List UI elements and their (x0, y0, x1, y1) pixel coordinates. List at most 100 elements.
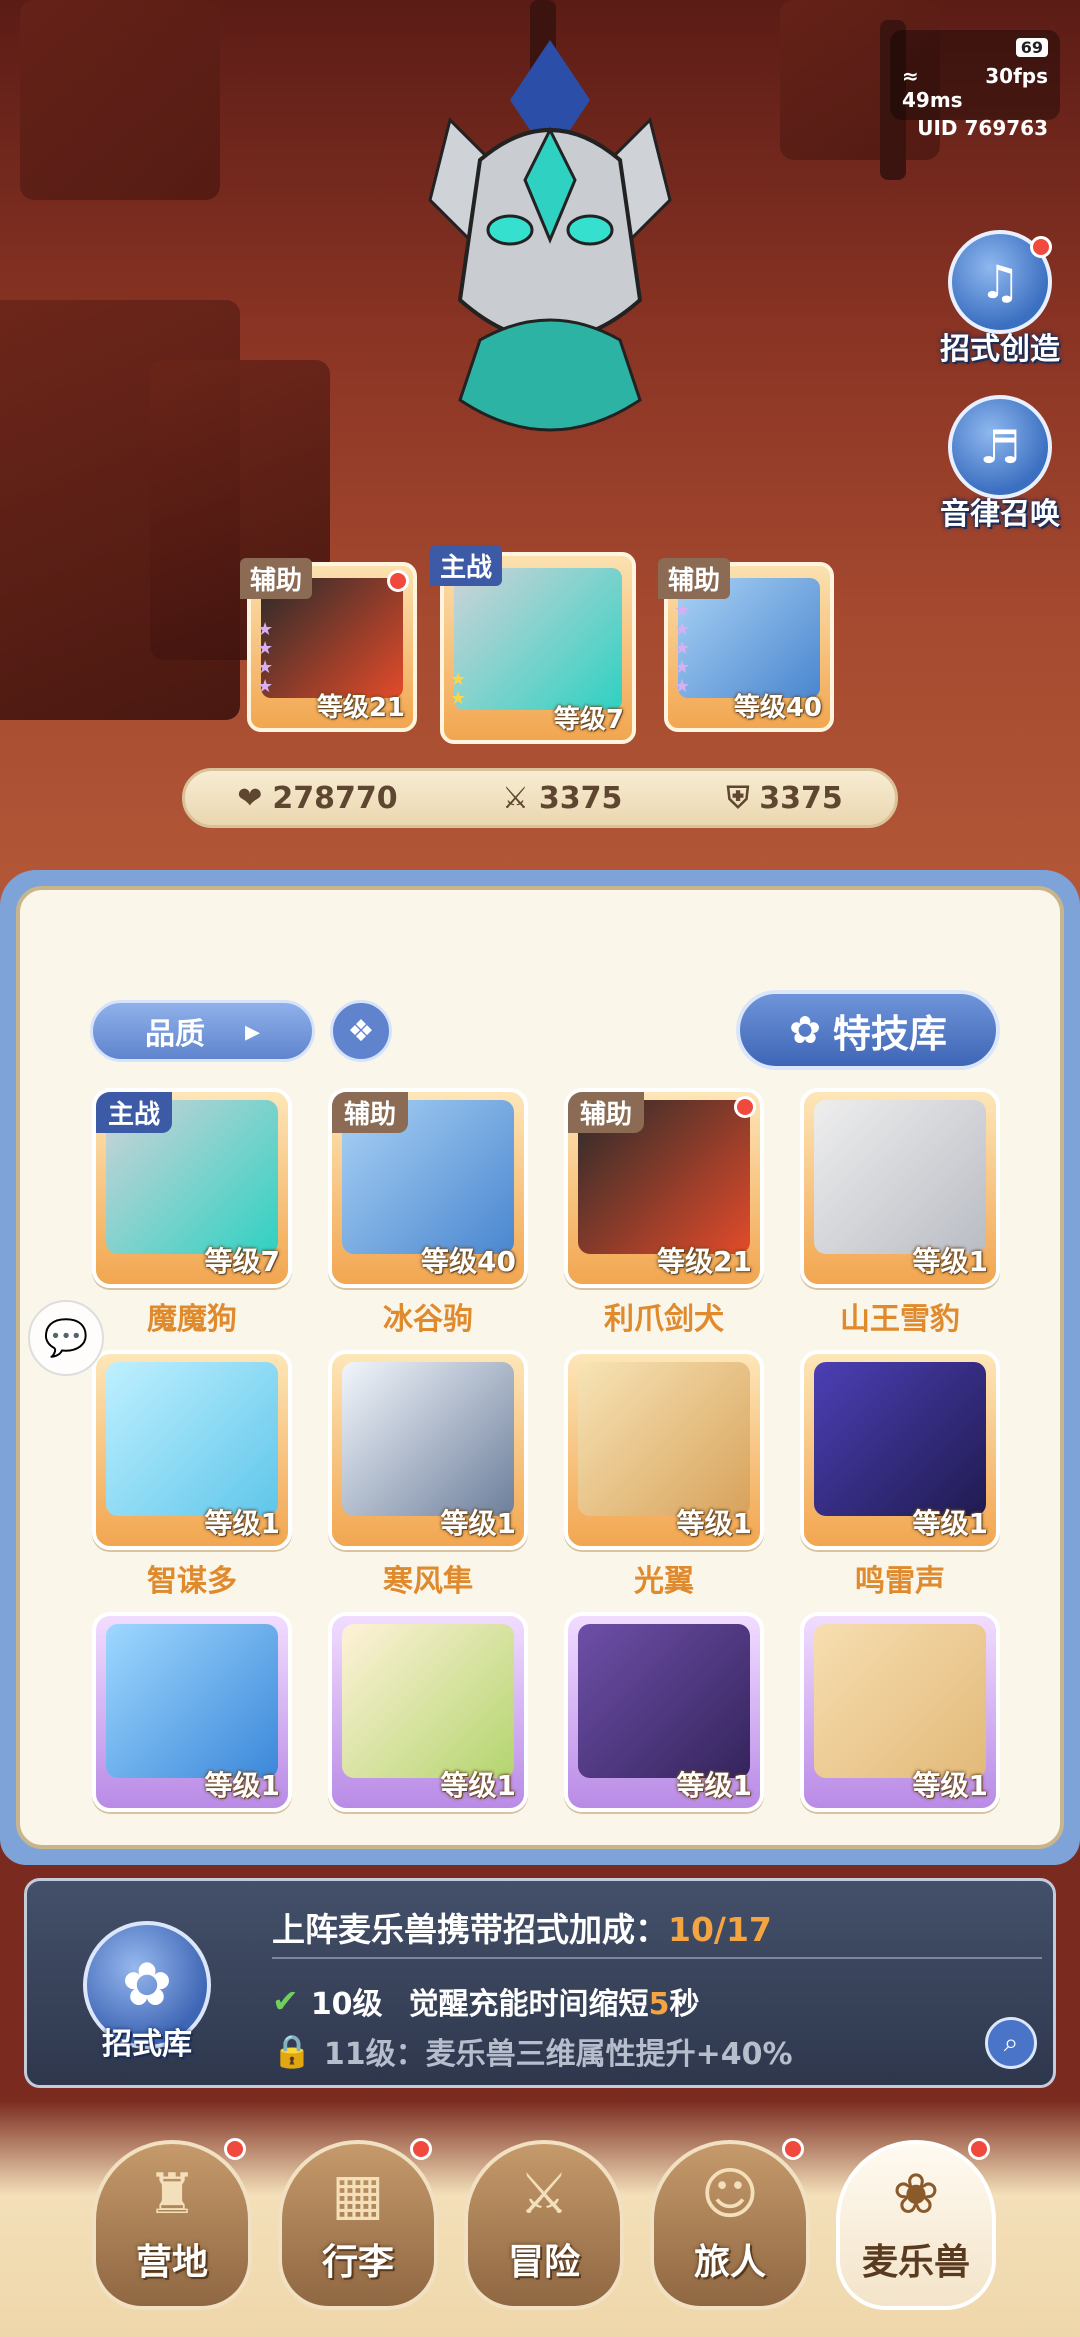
notification-dot (734, 1096, 756, 1118)
chat-bubble-icon[interactable]: 💬 (28, 1300, 104, 1376)
pet-level: 等级1 (912, 1245, 988, 1278)
defense-stat: ⛨ 3375 (727, 781, 843, 816)
notification-dot (224, 2138, 246, 2160)
paw-icon: ✿ (789, 1008, 821, 1052)
heart-icon: ❤ (237, 780, 263, 816)
pet-portrait (454, 568, 622, 710)
cat-pet-icon: ❀ (892, 2162, 940, 2227)
pet-name: 山王雪豹 (840, 1302, 960, 1337)
bonus-number: 5 (648, 1987, 670, 2022)
lyre-icon: ♬ (948, 395, 1052, 499)
bonus-unit: 秒 (669, 1987, 700, 2022)
skill-create-button[interactable]: ♫ 招式创造 (930, 230, 1070, 367)
pet-level: 等级1 (440, 1507, 516, 1540)
nav-backpack[interactable]: ▦ 行李 (278, 2138, 438, 2310)
team-tag-main: 主战 (430, 545, 503, 586)
hp-value: 278770 (272, 780, 398, 816)
pet-card-frame: 等级1 (800, 1612, 1000, 1812)
pet-level: 等级1 (204, 1507, 280, 1540)
pet-portrait (814, 1362, 986, 1516)
team-tag: 辅助 (240, 558, 313, 599)
pet-level: 等级1 (912, 1507, 988, 1540)
bottom-navigation: ♜ 营地 ▦ 行李 ⚔ 冒险 ☺ 旅人 ❀ 麦乐兽 (0, 2100, 1080, 2337)
zoom-icon[interactable]: ⌕ (985, 2017, 1037, 2069)
pet-name: 寒风隼 (383, 1564, 473, 1599)
pet-level: 等级1 (676, 1769, 752, 1802)
pet-portrait (342, 1362, 514, 1516)
skill-library-shortcut-label: 招式库 (102, 2027, 192, 2062)
quality-sort-button[interactable]: 品质 ▸ (90, 1000, 315, 1062)
pet-card[interactable]: 等级1 智谋多 (92, 1350, 292, 1600)
skill-bonus-info: ✿ 招式库 上阵麦乐兽携带招式加成：10/17 ✔ 10级 觉醒充能时间缩短5秒… (24, 1878, 1056, 2088)
team-stats-bar: ❤ 278770 ⚔ 3375 ⛨ 3375 (182, 768, 898, 828)
pet-card[interactable]: 等级7 主战魔魔狗 (92, 1088, 292, 1338)
pet-level: 等级1 (912, 1769, 988, 1802)
hp-stat: ❤ 278770 (237, 781, 397, 816)
nav-castle[interactable]: ♜ 营地 (92, 2138, 252, 2310)
pet-card[interactable]: 等级21 辅助 利爪剑犬 (564, 1088, 764, 1338)
uid-label: UID 769763 (917, 116, 1048, 140)
ping-value: 49ms (902, 88, 963, 112)
pet-role-tag: 主战 (96, 1092, 173, 1133)
pet-collection-panel: 品质 ▸ ❖ ✿ 特技库 💬 等级7 主战 魔魔狗 等级40 辅助 冰谷驹 等级21 辅助 利爪… (0, 870, 1080, 1865)
team-level: 等级21 (316, 693, 405, 723)
pet-name: 鸣雷声 (855, 1564, 945, 1599)
pet-card[interactable]: 等级1 鸣雷声 (800, 1350, 1000, 1600)
shield-icon: ⛨ (726, 780, 750, 816)
battle-scene: 69 ≈ 49ms 30fps UID 769763 ♫ 招式创造 ♬ 音律召唤… (0, 0, 1080, 960)
pet-card[interactable]: 等级1 山王雪豹 (800, 1088, 1000, 1338)
pet-card[interactable]: 等级1 (564, 1612, 764, 1818)
pet-name: 光翼 (634, 1564, 694, 1599)
crossed-swords-icon: ⚔ (518, 2162, 570, 2227)
pet-card-frame: 等级21 辅助 (564, 1088, 764, 1288)
skill-library-button[interactable]: ✿ 特技库 (736, 990, 1000, 1070)
notification-dot (410, 2138, 432, 2160)
nav-cat-pet[interactable]: ❀ 麦乐兽 (836, 2138, 996, 2310)
nav-label: 冒险 (507, 2242, 580, 2283)
bonus-progress: 10/17 (668, 1910, 772, 1949)
pet-portrait (578, 1362, 750, 1516)
pet-card-frame: 等级1 (328, 1612, 528, 1812)
pet-portrait (578, 1624, 750, 1778)
attack-value: 3375 (538, 780, 623, 816)
rhythm-summon-button[interactable]: ♬ 音律召唤 (930, 395, 1070, 532)
pet-card[interactable]: 等级1 寒风隼 (328, 1350, 528, 1600)
star-rating: ★ ★ (450, 669, 467, 709)
pet-name: 魔魔狗 (147, 1302, 237, 1337)
defense-value: 3375 (759, 780, 843, 816)
pet-card[interactable]: 等级1 (328, 1612, 528, 1818)
nav-label: 营地 (135, 2242, 208, 2283)
pet-card-frame: 等级1 (564, 1612, 764, 1812)
pet-card[interactable]: 等级1 (92, 1612, 292, 1818)
music-book-icon: ♫ (948, 230, 1052, 334)
pet-name: 智谋多 (147, 1564, 237, 1599)
bonus-line-unlocked: ✔ 10级 觉醒充能时间缩短5秒 (272, 1979, 699, 2023)
pet-role-tag: 辅助 (568, 1092, 645, 1133)
backpack-icon: ▦ (331, 2162, 385, 2227)
pet-card-frame: 等级7 主战 (92, 1088, 292, 1288)
nav-traveler[interactable]: ☺ 旅人 (650, 2138, 810, 2310)
nav-crossed-swords[interactable]: ⚔ 冒险 (464, 2140, 624, 2310)
bonus-level: 10级 (310, 1987, 383, 2022)
pet-level: 等级40 (421, 1245, 516, 1278)
pet-level: 等级1 (440, 1769, 516, 1802)
book-icon[interactable]: ❖ (330, 1000, 392, 1062)
pet-role-tag: 辅助 (332, 1092, 409, 1133)
crossed-swords-icon: ⚔ (501, 780, 529, 816)
pet-card[interactable]: 等级40 辅助冰谷驹 (328, 1088, 528, 1338)
team-level: 等级40 (733, 693, 822, 723)
pet-card[interactable]: 等级1 光翼 (564, 1350, 764, 1600)
pet-card-frame: 等级1 (328, 1350, 528, 1550)
pet-level: 等级21 (657, 1245, 752, 1278)
pet-card[interactable]: 等级1 (800, 1612, 1000, 1818)
sort-arrow-icon: ▸ (244, 1013, 261, 1049)
pet-card-frame: 等级1 (92, 1612, 292, 1812)
pet-card-frame: 等级1 (92, 1350, 292, 1550)
notification-dot (387, 570, 409, 592)
bonus-line-locked: 🔒 11级：麦乐兽三维属性提升+40% (272, 2029, 793, 2073)
pet-card-frame: 等级1 (800, 1088, 1000, 1288)
pet-portrait (342, 1624, 514, 1778)
skill-library-shortcut[interactable]: ✿ 招式库 (77, 1921, 217, 2063)
pet-name: 冰谷驹 (383, 1302, 473, 1337)
divider (272, 1957, 1042, 1959)
